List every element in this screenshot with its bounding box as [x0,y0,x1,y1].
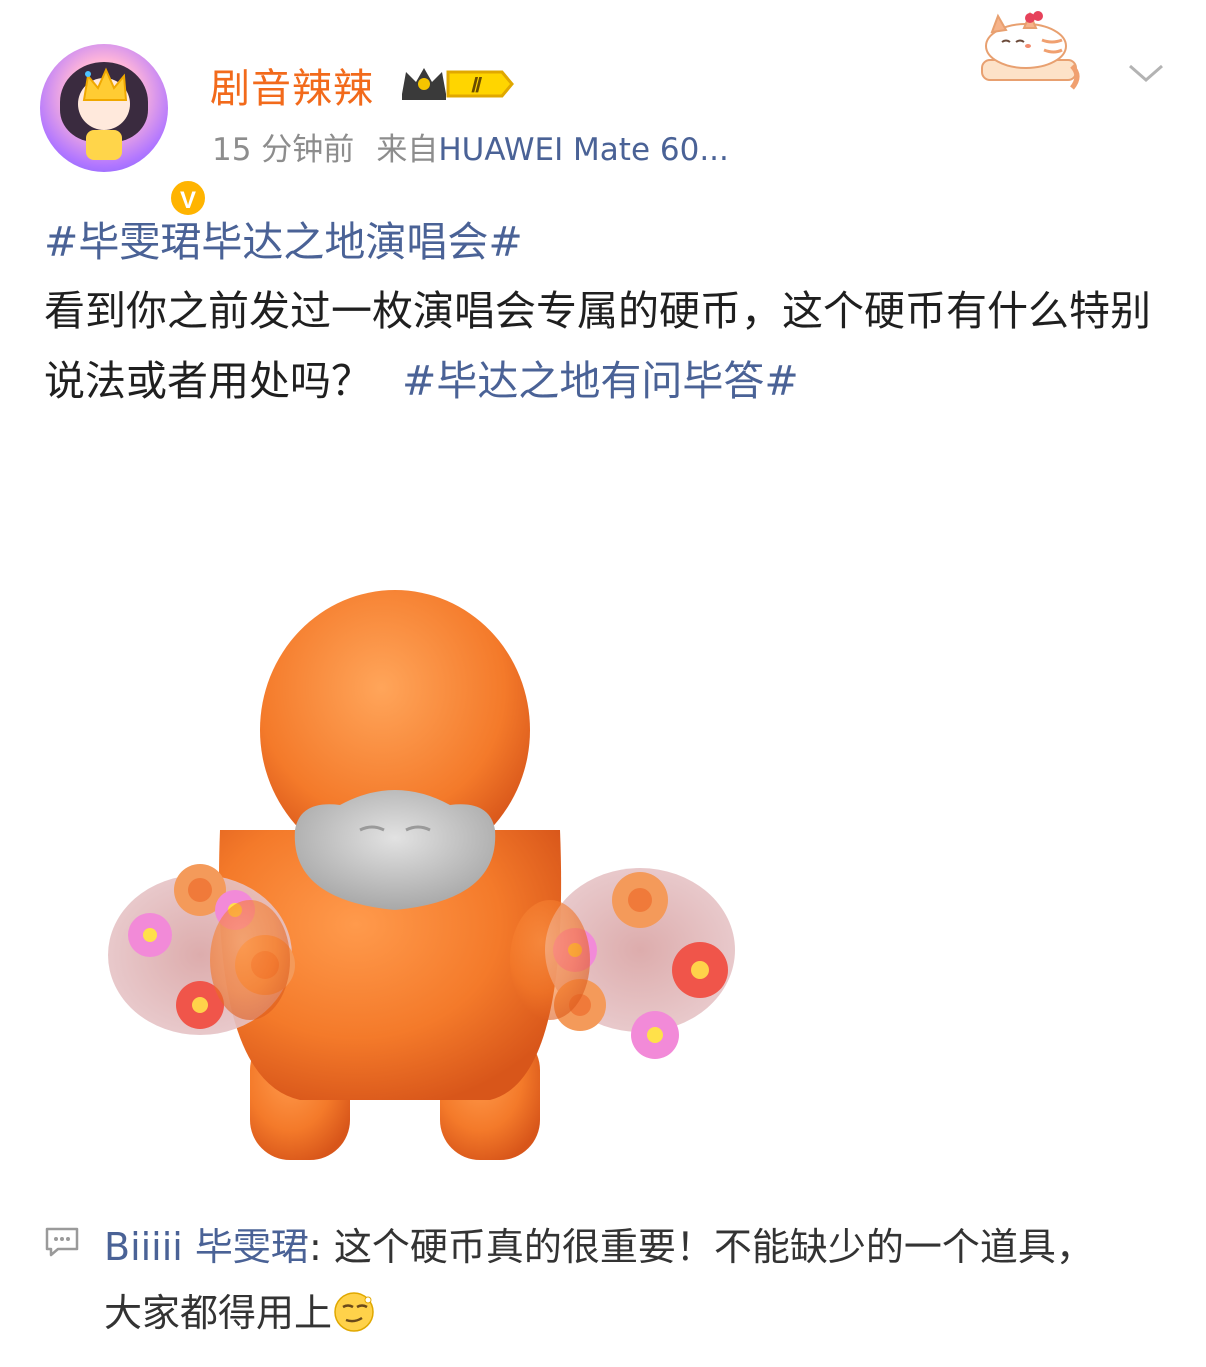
weibo-post: V 剧音辣辣 Ⅱ 15 分钟前 来自HUAWEI Mate 60... #毕雯珺毕… [0,0,1206,1367]
post-meta: 15 分钟前 来自HUAWEI Mate 60... [212,124,729,169]
topic-link[interactable]: #毕雯珺毕达之地演唱会# [44,208,523,268]
source-prefix: 来自 [376,132,439,168]
username[interactable]: 剧音辣辣 [210,56,374,114]
featured-comment[interactable]: Biiiii 毕雯珺: 这个硬币真的很重要！不能缺少的一个道具，大家都得用上 [104,1214,1104,1346]
crown-icon[interactable]: Ⅱ [398,64,516,104]
cat-sticker-decoration [981,11,1080,90]
comment-icon [45,1227,79,1257]
comment-separator: : [308,1225,322,1269]
topic-link-2[interactable]: #毕达之地有问毕答# [402,357,799,405]
comment-author[interactable]: Biiiii 毕雯珺 [104,1225,309,1269]
post-image[interactable] [100,560,780,1180]
avatar-image [40,44,168,172]
device-link[interactable]: HUAWEI Mate 60... [438,132,729,168]
chevron-down-icon[interactable] [1126,58,1166,88]
avatar[interactable]: V [40,44,208,218]
smirk-emoji-icon [334,1292,374,1332]
post-time: 15 分钟前 [212,132,355,168]
post-content: 看到你之前发过一枚演唱会专属的硬币，这个硬币有什么特别说法或者用处吗？ #毕达之地… [44,276,1164,416]
avatar-crown-decoration [82,67,128,101]
